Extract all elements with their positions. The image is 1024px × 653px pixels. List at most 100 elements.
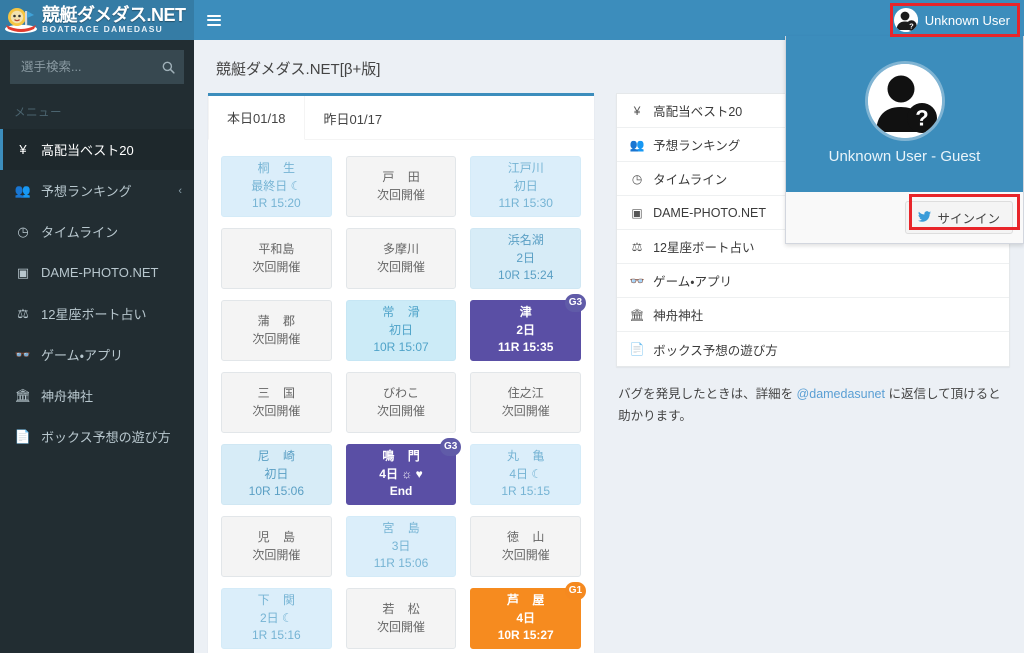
sidebar-item-label: 予想ランキング (41, 184, 132, 199)
user-dropdown-panel: ? Unknown User - Guest サインイン (785, 36, 1024, 244)
venue-card[interactable]: 丸 亀 4日 ☾ 1R 15:15 (470, 444, 582, 505)
venue-card[interactable]: 津 2日 11R 15:35 G3 (470, 294, 587, 361)
venue-race: 次回開催 (252, 547, 301, 562)
tab-strip: 本日01/18 昨日01/17 (208, 96, 595, 140)
chevron-left-icon: ‹ (178, 184, 182, 197)
venue-race: 次回開催 (377, 187, 426, 202)
venue-card[interactable]: 常 滑初日 10R 15:07 (345, 300, 457, 361)
quick-link-label: ボックス予想の遊び方 (653, 343, 778, 358)
sidebar-item-1[interactable]: 👥 予想ランキング ‹ (0, 170, 194, 211)
logo-title: 競艇ダメダス.NET (42, 4, 186, 25)
venue-day: 初日 (513, 178, 538, 193)
venue-card[interactable]: 徳 山次回開催 (470, 516, 582, 577)
tab-0[interactable]: 本日01/18 (208, 96, 305, 140)
scales-icon: ⚖ (17, 305, 29, 321)
sidebar-item-label: 神舟神社 (41, 389, 94, 404)
sidebar-search-wrap (0, 40, 194, 94)
venue-race: 11R 15:35 (498, 340, 554, 355)
user-menu-button[interactable]: ? Unknown User (883, 0, 1024, 40)
logo-text-block: 競艇ダメダス.NET BOATRACE DAMEDASU (42, 4, 186, 35)
venue-day: 4日 ☼ ♥ (379, 466, 423, 481)
venue-card[interactable]: 下 関 2日 ☾ 1R 15:16 (221, 588, 332, 649)
sidebar-item-2[interactable]: ◷ タイムライン (0, 211, 194, 252)
sidebar-toggle-button[interactable] (194, 0, 234, 40)
svg-text:?: ? (909, 22, 914, 31)
sidebar-item-6[interactable]: 🏛 神舟神社 (0, 375, 194, 416)
bug-report-note: バグを発見したときは、詳細を @damedasunet に返信して頂けると助かり… (616, 367, 1010, 428)
yen-icon: ¥ (19, 142, 27, 157)
venue-card[interactable]: 江戸川 初日 11R 15:30 (470, 156, 582, 217)
venue-card[interactable]: びわこ 次回開催 (345, 372, 457, 433)
venue-name: 鳴 門 (382, 449, 425, 464)
tab-1[interactable]: 昨日01/17 (305, 96, 402, 140)
venue-day: 3日 (391, 538, 411, 553)
venue-card[interactable]: 戸 田次回開催 (345, 156, 457, 217)
sidebar-item-label: 高配当ベスト20 (41, 143, 134, 158)
venue-card[interactable]: 宮 島 3日 11R 15:06 (345, 516, 457, 577)
venue-card[interactable]: 蒲 郡次回開催 (221, 300, 332, 361)
venue-name: 平和島 (258, 242, 295, 257)
search-button[interactable] (153, 51, 183, 83)
grade-badge: G3 (440, 438, 462, 456)
sidebar-item-7[interactable]: 📄 ボックス予想の遊び方 (0, 416, 194, 457)
quick-link-7[interactable]: 📄 ボックス予想の遊び方 (617, 332, 1009, 366)
venue-card[interactable]: 桐 生最終日 ☾ 1R 15:20 (221, 156, 332, 217)
venue-card[interactable]: 児 島次回開催 (221, 516, 332, 577)
venue-name: 若 松 (382, 602, 425, 617)
sidebar-item-3[interactable]: ▣ DAME-PHOTO.NET (0, 252, 194, 293)
venue-name: 常 滑 (382, 305, 425, 320)
venue-day: 4日 (516, 610, 536, 625)
venue-day: 初日 (389, 322, 414, 337)
venue-card[interactable]: 芦 屋 4日 10R 15:27 G1 (470, 582, 587, 649)
gamepad-icon: 👓 (14, 346, 32, 362)
sidebar-item-0[interactable]: ¥ 高配当ベスト20 (0, 129, 194, 170)
venue-card[interactable]: 平和島 次回開催 (221, 228, 332, 289)
boat-logo-icon (4, 5, 38, 35)
clock-icon: ◷ (17, 223, 29, 239)
note-prefix: バグを発見したときは、詳細を (618, 387, 797, 401)
users-icon: 👥 (14, 182, 32, 198)
venue-day: 初日 (264, 466, 289, 481)
sidebar-item-5[interactable]: 👓 ゲーム・アプリ (0, 334, 194, 375)
venue-card[interactable]: 尼 崎初日 10R 15:06 (221, 444, 332, 505)
quick-link-6[interactable]: 🏛 神舟神社 (617, 298, 1009, 332)
venue-race: 次回開催 (501, 547, 550, 562)
quick-link-label: 12星座ボート占い (653, 241, 755, 255)
user-dropdown-name: Unknown User - Guest (828, 147, 981, 165)
venue-race: 次回開催 (377, 619, 426, 634)
venue-card[interactable]: 三 国次回開催 (221, 372, 332, 433)
quick-link-5[interactable]: 👓 ゲーム・アプリ (617, 264, 1009, 298)
site-logo[interactable]: 競艇ダメダス.NET BOATRACE DAMEDASU (0, 0, 194, 40)
sidebar-item-label: ボックス予想の遊び方 (41, 430, 171, 445)
top-header: 競艇ダメダス.NET BOATRACE DAMEDASU ? Unknown U… (0, 0, 1024, 40)
venue-race: 10R 15:24 (498, 268, 554, 283)
user-dropdown-footer: サインイン (786, 192, 1023, 243)
sidebar-item-4[interactable]: ⚖ 12星座ボート占い (0, 293, 194, 334)
venue-card[interactable]: 若 松次回開催 (345, 588, 457, 649)
quick-link-label: 予想ランキング (653, 139, 741, 153)
venue-panel: 本日01/18 昨日01/17 桐 生最終日 ☾ 1R 15:20 戸 田次回開催 江戸… (208, 93, 595, 653)
clock-icon: ◷ (631, 171, 643, 186)
venue-name: 徳 山 (507, 530, 550, 545)
venue-race: 次回開催 (252, 403, 301, 418)
venue-name: 住之江 (507, 386, 544, 401)
venue-card[interactable]: 鳴 門 4日 ☼ ♥ End G3 (345, 438, 462, 505)
venue-name: 蒲 郡 (257, 314, 301, 329)
twitter-handle-link[interactable]: @damedasunet (797, 387, 885, 401)
venue-card[interactable]: 浜名湖 2日 10R 15:24 (470, 228, 582, 289)
venue-race: 次回開催 (377, 403, 426, 418)
venue-name: びわこ (383, 386, 420, 401)
hamburger-icon (207, 12, 221, 28)
avatar-large: ? (867, 63, 942, 138)
quick-link-label: 神舟神社 (653, 309, 704, 323)
app-root: 競艇ダメダス.NET BOATRACE DAMEDASU ? Unknown U… (0, 0, 1024, 653)
venue-card[interactable]: 多摩川 次回開催 (345, 228, 457, 289)
venue-name: 江戸川 (507, 161, 544, 176)
signin-button[interactable]: サインイン (905, 201, 1013, 234)
venue-card[interactable]: 住之江 次回開催 (470, 372, 582, 433)
venue-race: End (389, 484, 413, 499)
user-name-label: Unknown User (924, 12, 1010, 28)
venue-day: 4日 ☾ (509, 466, 543, 481)
venue-race: 11R 15:06 (373, 556, 429, 571)
grade-badge: G1 (564, 582, 587, 600)
